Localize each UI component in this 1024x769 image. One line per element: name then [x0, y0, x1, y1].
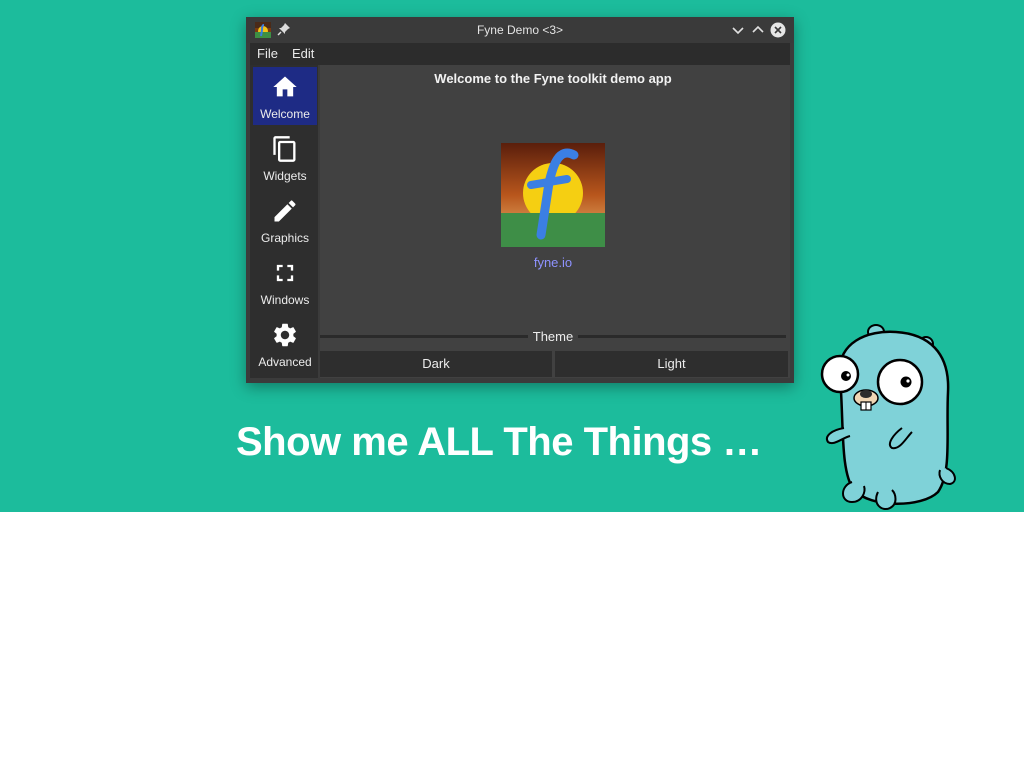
- sidebar: Welcome Widgets Graphics Windows Advance…: [250, 65, 318, 378]
- menu-file[interactable]: File: [250, 43, 285, 65]
- sidebar-item-label: Windows: [260, 293, 310, 307]
- sidebar-item-widgets[interactable]: Widgets: [253, 129, 317, 187]
- menu-edit[interactable]: Edit: [285, 43, 321, 65]
- chevron-up-icon[interactable]: [749, 21, 767, 39]
- menu-bar: File Edit: [250, 43, 790, 65]
- pencil-icon: [274, 200, 296, 222]
- fullscreen-icon: [276, 264, 294, 282]
- sidebar-item-welcome[interactable]: Welcome: [253, 67, 317, 125]
- slide-title: Show me ALL The Things …: [236, 420, 762, 464]
- welcome-heading: Welcome to the Fyne toolkit demo app: [434, 71, 672, 86]
- dark-theme-button[interactable]: Dark: [320, 351, 552, 377]
- widgets-icon: [273, 136, 296, 162]
- theme-label-text: Theme: [528, 329, 578, 344]
- sidebar-item-label: Welcome: [260, 107, 310, 121]
- content-panel: Welcome to the Fyne toolkit demo app fyn…: [320, 65, 790, 378]
- fyne-logo: [501, 143, 605, 247]
- sidebar-item-graphics[interactable]: Graphics: [253, 191, 317, 249]
- sidebar-item-label: Advanced: [258, 355, 312, 369]
- theme-label: Theme: [320, 329, 786, 344]
- fyne-link[interactable]: fyne.io: [320, 255, 786, 270]
- home-icon: [273, 76, 297, 97]
- app-window: Fyne Demo <3> File Edit Welcome Widgets: [246, 17, 794, 383]
- gopher-mascot: [820, 324, 956, 510]
- title-bar[interactable]: Fyne Demo <3>: [246, 17, 794, 43]
- light-theme-button[interactable]: Light: [555, 351, 788, 377]
- chevron-down-icon[interactable]: [729, 21, 747, 39]
- sidebar-item-label: Graphics: [260, 231, 310, 245]
- close-icon[interactable]: [769, 21, 787, 39]
- window-title: Fyne Demo <3>: [476, 23, 564, 37]
- sidebar-item-windows[interactable]: Windows: [253, 253, 317, 311]
- gear-icon: [274, 323, 296, 347]
- sidebar-item-advanced[interactable]: Advanced: [253, 315, 317, 373]
- sidebar-item-label: Widgets: [263, 169, 307, 183]
